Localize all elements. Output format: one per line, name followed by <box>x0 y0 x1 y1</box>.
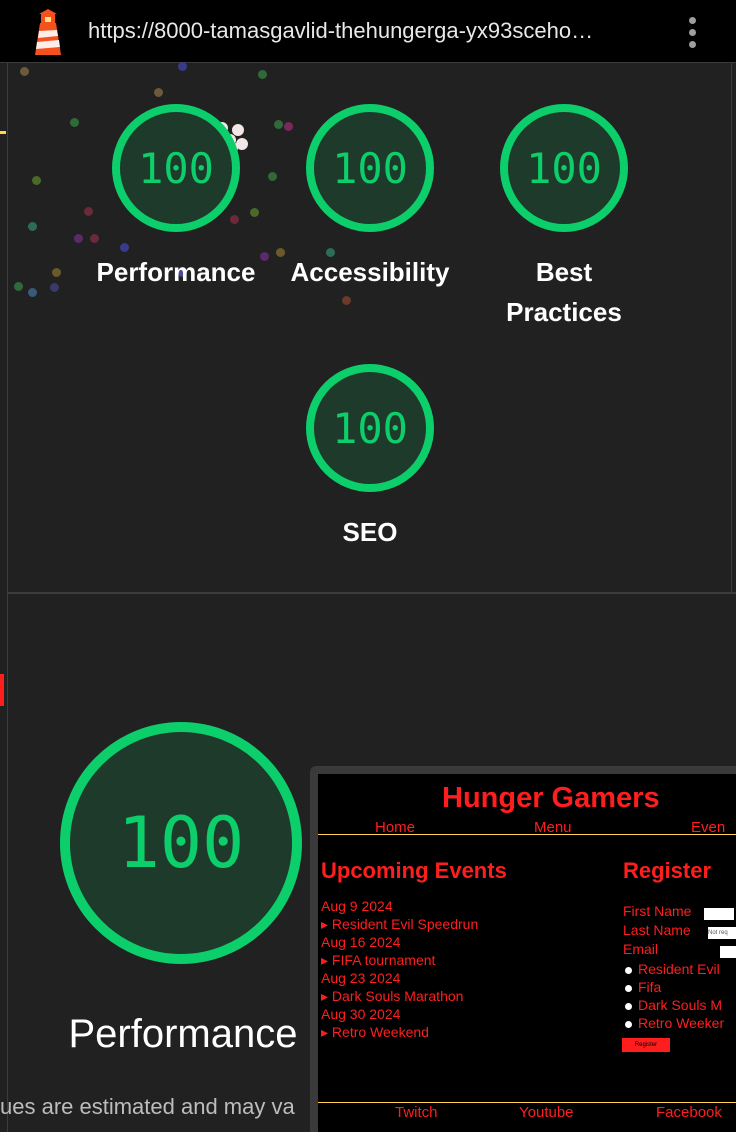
confetti-dot <box>154 88 163 97</box>
performance-score-gauge: 100 <box>60 722 302 964</box>
footer-link-youtube: Youtube <box>519 1104 574 1121</box>
email-field <box>720 946 736 958</box>
confetti-dot <box>28 222 37 231</box>
accessibility-label: Accessibility <box>290 257 450 287</box>
event-date: Aug 16 2024 <box>321 934 401 950</box>
last-name-label: Last Name <box>623 922 691 938</box>
email-label: Email <box>623 941 659 957</box>
confetti-dot <box>90 234 99 243</box>
confetti-dot <box>50 283 59 292</box>
confetti-dot <box>236 138 248 150</box>
event-name: ▸ Retro Weekend <box>321 1024 429 1040</box>
left-border <box>7 63 8 1132</box>
confetti-dot <box>284 122 293 131</box>
footer-link-facebook: Facebook <box>656 1104 722 1121</box>
confetti-dot <box>32 176 41 185</box>
browser-toolbar: https://8000-tamasgavlid-thehungerga-yx9… <box>0 0 736 63</box>
edge-marker <box>0 131 6 134</box>
performance-title: Performance <box>68 1012 298 1056</box>
gauge-score: 100 <box>332 143 408 193</box>
best-practices-label: Best Practices <box>506 257 622 327</box>
confetti-dot <box>14 282 23 291</box>
event-name: ▸ Resident Evil Speedrun <box>321 916 479 932</box>
confetti-dot <box>342 296 351 305</box>
events-heading: Upcoming Events <box>321 858 507 883</box>
event-date: Aug 9 2024 <box>321 898 393 914</box>
last-name-field: Not req <box>708 927 736 939</box>
register-heading: Register <box>623 858 712 883</box>
best-practices-gauge[interactable]: 100 <box>500 104 628 232</box>
register-button: Register <box>622 1038 670 1052</box>
seo-gauge[interactable]: 100 <box>306 364 434 492</box>
final-screenshot-thumbnail[interactable]: Hunger Gamers Home Menu Even Upcoming Ev… <box>310 766 736 1132</box>
gauge-score: 100 <box>332 403 408 453</box>
first-name-field <box>704 908 734 920</box>
confetti-dot <box>120 243 129 252</box>
footer-rule <box>318 1102 736 1103</box>
performance-gauge[interactable]: 100 <box>112 104 240 232</box>
section-divider <box>8 592 736 594</box>
event-name: ▸ FIFA tournament <box>321 952 436 968</box>
confetti-dot <box>258 70 267 79</box>
confetti-dot <box>28 288 37 297</box>
gauge-score: 100 <box>526 143 602 193</box>
confetti-dot <box>250 208 259 217</box>
gauge-score: 100 <box>117 802 245 884</box>
address-bar-url[interactable]: https://8000-tamasgavlid-thehungerga-yx9… <box>88 18 658 44</box>
accessibility-gauge[interactable]: 100 <box>306 104 434 232</box>
first-name-label: First Name <box>623 903 692 919</box>
footer-link-twitch: Twitch <box>395 1104 438 1121</box>
confetti-dot <box>20 67 29 76</box>
site-preview: Hunger Gamers Home Menu Even Upcoming Ev… <box>318 774 736 1132</box>
event-option: Retro Weeker <box>625 1015 724 1031</box>
event-date: Aug 30 2024 <box>321 1006 401 1022</box>
confetti-dot <box>274 120 283 129</box>
metrics-note: ues are estimated and may va <box>0 1094 295 1119</box>
right-border <box>731 63 732 593</box>
confetti-dot <box>84 207 93 216</box>
confetti-dot <box>70 118 79 127</box>
gauge-score: 100 <box>138 143 214 193</box>
header-rule <box>318 834 736 835</box>
confetti-dot <box>178 62 187 71</box>
lighthouse-icon <box>35 9 61 55</box>
event-option: Fifa <box>625 979 661 995</box>
confetti-dot <box>268 172 277 181</box>
event-option: Dark Souls M <box>625 997 722 1013</box>
event-option: Resident Evil <box>625 961 720 977</box>
confetti-dot <box>52 268 61 277</box>
confetti-dot <box>232 124 244 136</box>
confetti-dot <box>74 234 83 243</box>
site-title: Hunger Gamers <box>442 782 660 814</box>
event-date: Aug 23 2024 <box>321 970 401 986</box>
event-name: ▸ Dark Souls Marathon <box>321 988 464 1004</box>
edge-marker-red <box>0 674 4 706</box>
kebab-menu-icon[interactable] <box>682 14 702 50</box>
seo-label: SEO <box>342 517 398 547</box>
performance-label: Performance <box>96 257 256 287</box>
